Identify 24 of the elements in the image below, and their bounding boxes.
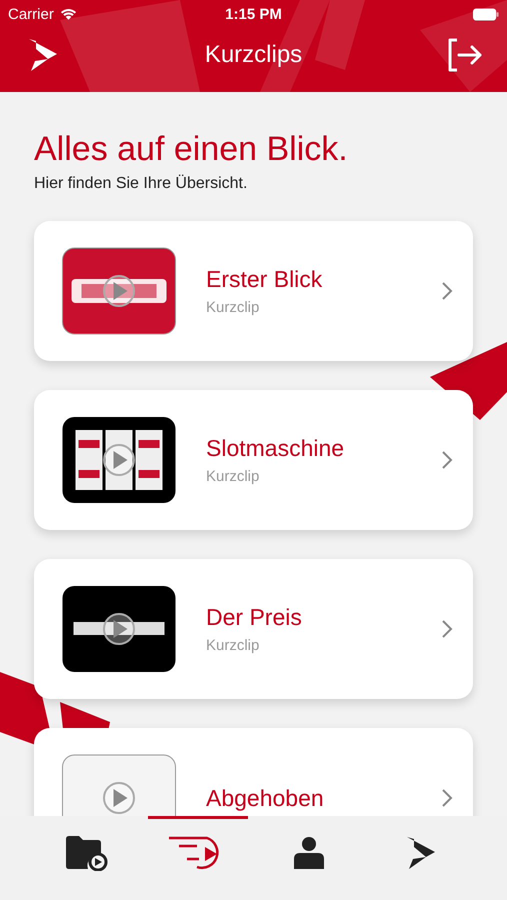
- page-subtitle: Hier finden Sie Ihre Übersicht.: [34, 175, 248, 193]
- chevron-icon: [441, 281, 453, 301]
- status-time: 1:15 PM: [225, 6, 282, 22]
- clip-card[interactable]: Abgehoben: [34, 728, 473, 816]
- clip-title: Slotmaschine: [206, 435, 346, 462]
- clip-card[interactable]: Slotmaschine Kurzclip: [34, 390, 473, 530]
- carrier-label: Carrier: [8, 6, 54, 22]
- clip-type: Kurzclip: [206, 468, 260, 485]
- battery-icon: [473, 8, 499, 20]
- screen-title: Kurzclips: [204, 41, 302, 69]
- clip-card[interactable]: Der Preis Kurzclip: [34, 559, 473, 699]
- clip-type: Kurzclip: [206, 637, 260, 654]
- clip-title: Erster Blick: [206, 266, 324, 293]
- clip-card[interactable]: Erster Blick Kurzclip: [34, 221, 473, 361]
- folder-video-icon: [64, 835, 108, 871]
- chevron-icon: [441, 450, 453, 470]
- logout-icon[interactable]: [446, 38, 483, 72]
- wifi-icon: [58, 7, 78, 21]
- page-heading: Alles auf einen Blick.: [34, 130, 349, 169]
- chevron-icon: [441, 788, 453, 808]
- clip-type: Kurzclip: [206, 299, 260, 316]
- clip-title: Abgehoben: [206, 784, 325, 812]
- clip-title: Der Preis: [206, 604, 303, 631]
- chevron-icon: [441, 619, 453, 639]
